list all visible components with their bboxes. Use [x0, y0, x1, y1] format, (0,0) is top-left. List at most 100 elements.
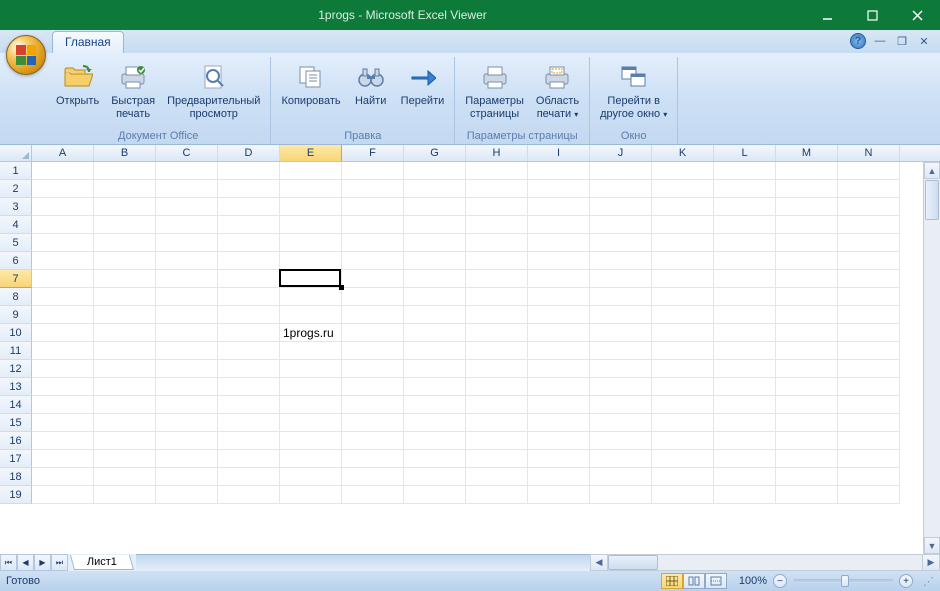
column-header-C[interactable]: C	[156, 145, 218, 161]
cell-A5[interactable]	[32, 234, 94, 252]
row-header-4[interactable]: 4	[0, 216, 32, 234]
cell-J19[interactable]	[590, 486, 652, 504]
cell-A13[interactable]	[32, 378, 94, 396]
hscroll-track[interactable]	[608, 555, 922, 570]
cell-E18[interactable]	[280, 468, 342, 486]
cell-F16[interactable]	[342, 432, 404, 450]
cell-B18[interactable]	[94, 468, 156, 486]
cell-H19[interactable]	[466, 486, 528, 504]
cell-K11[interactable]	[652, 342, 714, 360]
copy-button[interactable]: Копировать	[277, 59, 344, 110]
cell-J5[interactable]	[590, 234, 652, 252]
cell-G4[interactable]	[404, 216, 466, 234]
cell-L5[interactable]	[714, 234, 776, 252]
zoom-out-button[interactable]: −	[773, 574, 787, 588]
cell-D2[interactable]	[218, 180, 280, 198]
cell-D8[interactable]	[218, 288, 280, 306]
cell-M16[interactable]	[776, 432, 838, 450]
cell-F3[interactable]	[342, 198, 404, 216]
cell-D19[interactable]	[218, 486, 280, 504]
cell-C12[interactable]	[156, 360, 218, 378]
cell-D6[interactable]	[218, 252, 280, 270]
row-header-3[interactable]: 3	[0, 198, 32, 216]
cell-G17[interactable]	[404, 450, 466, 468]
cell-F12[interactable]	[342, 360, 404, 378]
cell-D1[interactable]	[218, 162, 280, 180]
cell-F19[interactable]	[342, 486, 404, 504]
hscroll-thumb[interactable]	[608, 555, 658, 570]
column-header-L[interactable]: L	[714, 145, 776, 161]
cell-H6[interactable]	[466, 252, 528, 270]
cell-A19[interactable]	[32, 486, 94, 504]
cell-E8[interactable]	[280, 288, 342, 306]
cell-H7[interactable]	[466, 270, 528, 288]
cell-A15[interactable]	[32, 414, 94, 432]
cell-L1[interactable]	[714, 162, 776, 180]
cell-L15[interactable]	[714, 414, 776, 432]
cell-K2[interactable]	[652, 180, 714, 198]
cell-A16[interactable]	[32, 432, 94, 450]
cell-K15[interactable]	[652, 414, 714, 432]
cell-N13[interactable]	[838, 378, 900, 396]
print-area-button[interactable]: Область печати ▾	[532, 59, 583, 122]
row-header-1[interactable]: 1	[0, 162, 32, 180]
cell-N16[interactable]	[838, 432, 900, 450]
cell-M19[interactable]	[776, 486, 838, 504]
cell-G2[interactable]	[404, 180, 466, 198]
quick-print-button[interactable]: Быстрая печать	[107, 59, 159, 122]
cell-F10[interactable]	[342, 324, 404, 342]
cell-D12[interactable]	[218, 360, 280, 378]
open-button[interactable]: Открыть	[52, 59, 103, 110]
cell-L3[interactable]	[714, 198, 776, 216]
cell-D16[interactable]	[218, 432, 280, 450]
cell-H18[interactable]	[466, 468, 528, 486]
cell-K13[interactable]	[652, 378, 714, 396]
cell-N17[interactable]	[838, 450, 900, 468]
cell-L11[interactable]	[714, 342, 776, 360]
cell-H9[interactable]	[466, 306, 528, 324]
horizontal-scrollbar[interactable]: ◀ ▶	[590, 554, 940, 571]
cell-H2[interactable]	[466, 180, 528, 198]
cell-N6[interactable]	[838, 252, 900, 270]
cell-M18[interactable]	[776, 468, 838, 486]
row-header-18[interactable]: 18	[0, 468, 32, 486]
cell-C1[interactable]	[156, 162, 218, 180]
row-header-17[interactable]: 17	[0, 450, 32, 468]
cell-F1[interactable]	[342, 162, 404, 180]
scroll-down-button[interactable]: ▼	[924, 537, 940, 554]
column-header-I[interactable]: I	[528, 145, 590, 161]
cell-C10[interactable]	[156, 324, 218, 342]
help-button[interactable]: ?	[850, 33, 866, 49]
cell-G11[interactable]	[404, 342, 466, 360]
cell-F15[interactable]	[342, 414, 404, 432]
cell-E4[interactable]	[280, 216, 342, 234]
cell-I4[interactable]	[528, 216, 590, 234]
cell-I5[interactable]	[528, 234, 590, 252]
cell-J14[interactable]	[590, 396, 652, 414]
row-header-6[interactable]: 6	[0, 252, 32, 270]
cell-G7[interactable]	[404, 270, 466, 288]
cell-K4[interactable]	[652, 216, 714, 234]
cell-H13[interactable]	[466, 378, 528, 396]
cell-J12[interactable]	[590, 360, 652, 378]
cell-J3[interactable]	[590, 198, 652, 216]
row-header-19[interactable]: 19	[0, 486, 32, 504]
cell-D11[interactable]	[218, 342, 280, 360]
cell-H8[interactable]	[466, 288, 528, 306]
row-header-9[interactable]: 9	[0, 306, 32, 324]
sheet-last-button[interactable]: ⏭	[51, 554, 68, 571]
cell-L8[interactable]	[714, 288, 776, 306]
cell-E6[interactable]	[280, 252, 342, 270]
cell-L6[interactable]	[714, 252, 776, 270]
goto-button[interactable]: Перейти	[397, 59, 449, 110]
cell-B17[interactable]	[94, 450, 156, 468]
cell-A17[interactable]	[32, 450, 94, 468]
cell-C6[interactable]	[156, 252, 218, 270]
cell-I2[interactable]	[528, 180, 590, 198]
column-header-A[interactable]: A	[32, 145, 94, 161]
cell-B14[interactable]	[94, 396, 156, 414]
scroll-right-button[interactable]: ▶	[922, 555, 939, 570]
cell-B7[interactable]	[94, 270, 156, 288]
row-header-8[interactable]: 8	[0, 288, 32, 306]
cell-C16[interactable]	[156, 432, 218, 450]
